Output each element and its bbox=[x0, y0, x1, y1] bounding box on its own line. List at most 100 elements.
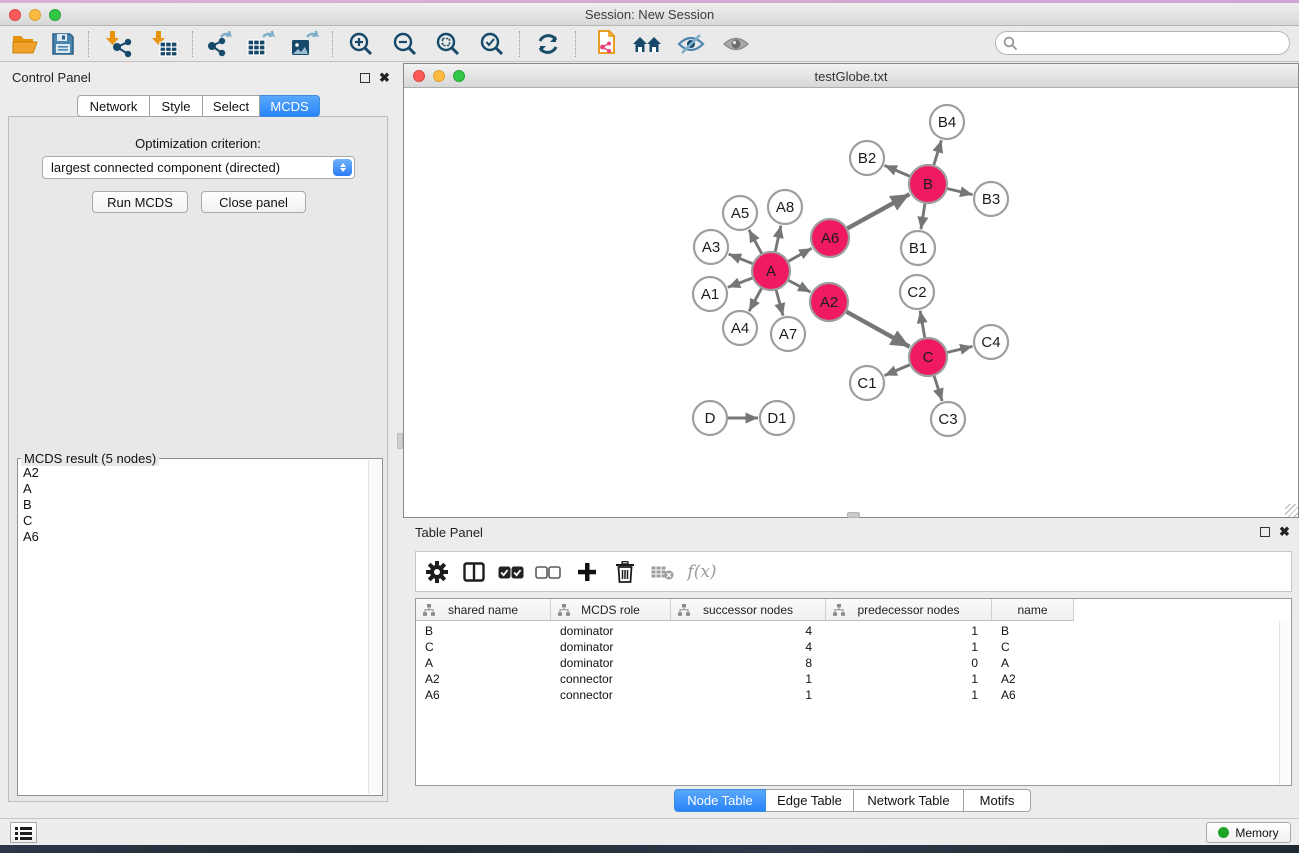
graph-node-C[interactable]: C bbox=[909, 338, 947, 376]
table-row-A[interactable]: Adominator80A bbox=[416, 655, 1074, 671]
cell-shared-name[interactable]: B bbox=[416, 623, 551, 639]
cell-successor-nodes[interactable]: 4 bbox=[671, 623, 826, 639]
cell-MCDS-role[interactable]: dominator bbox=[551, 655, 671, 671]
cell-MCDS-role[interactable]: connector bbox=[551, 671, 671, 687]
cell-name[interactable]: A6 bbox=[992, 687, 1074, 703]
cell-successor-nodes[interactable]: 4 bbox=[671, 639, 826, 655]
graph-node-A3[interactable]: A3 bbox=[694, 230, 728, 264]
refresh-icon[interactable] bbox=[531, 29, 565, 59]
network-graph[interactable]: B4B2BB3A8A5A6A3B1AC2A1A2A4A7C4CC1DD1C3 bbox=[404, 89, 1298, 518]
column-header-successor-nodes[interactable]: successor nodes bbox=[671, 599, 826, 621]
cell-shared-name[interactable]: A bbox=[416, 655, 551, 671]
graph-node-A6[interactable]: A6 bbox=[811, 219, 849, 257]
cell-predecessor-nodes[interactable]: 1 bbox=[826, 639, 992, 655]
app-titlebar[interactable]: Session: New Session bbox=[0, 3, 1299, 26]
graph-node-C3[interactable]: C3 bbox=[931, 402, 965, 436]
zoom-fit-icon[interactable] bbox=[431, 29, 465, 59]
horizontal-scroll-thumb[interactable] bbox=[847, 512, 860, 518]
cell-MCDS-role[interactable]: connector bbox=[551, 687, 671, 703]
cell-name[interactable]: B bbox=[992, 623, 1074, 639]
select-all-icon[interactable] bbox=[495, 557, 527, 587]
close-panel-button[interactable]: Close panel bbox=[201, 191, 306, 213]
graph-node-C4[interactable]: C4 bbox=[974, 325, 1008, 359]
vertical-scroll-thumb[interactable] bbox=[397, 433, 403, 449]
column-header-MCDS-role[interactable]: MCDS role bbox=[551, 599, 671, 621]
tab-select[interactable]: Select bbox=[203, 95, 260, 117]
mcds-result-item[interactable]: B bbox=[20, 497, 368, 513]
tab-network-table[interactable]: Network Table bbox=[854, 789, 964, 812]
graph-node-B2[interactable]: B2 bbox=[850, 141, 884, 175]
zoom-in-icon[interactable] bbox=[344, 29, 378, 59]
tab-network[interactable]: Network bbox=[77, 95, 150, 117]
mcds-result-item[interactable]: A bbox=[20, 481, 368, 497]
graph-node-C1[interactable]: C1 bbox=[850, 366, 884, 400]
hide-panel-eye-icon[interactable] bbox=[674, 29, 708, 59]
settings-gear-icon[interactable] bbox=[421, 557, 453, 587]
table-row-C[interactable]: Cdominator41C bbox=[416, 639, 1074, 655]
close-panel-icon[interactable]: ✖ bbox=[379, 73, 390, 83]
delete-row-icon[interactable] bbox=[609, 557, 641, 587]
close-table-panel-icon[interactable]: ✖ bbox=[1279, 527, 1290, 537]
mcds-result-item[interactable]: C bbox=[20, 513, 368, 529]
table-scrollbar[interactable] bbox=[1279, 621, 1291, 785]
graph-node-B3[interactable]: B3 bbox=[974, 182, 1008, 216]
tab-motifs[interactable]: Motifs bbox=[964, 789, 1031, 812]
column-header-name[interactable]: name bbox=[992, 599, 1074, 621]
graph-node-B4[interactable]: B4 bbox=[930, 105, 964, 139]
graph-node-A4[interactable]: A4 bbox=[723, 311, 757, 345]
graph-node-A1[interactable]: A1 bbox=[693, 277, 727, 311]
cell-predecessor-nodes[interactable]: 0 bbox=[826, 655, 992, 671]
resize-corner[interactable] bbox=[1285, 504, 1298, 517]
search-input[interactable] bbox=[1018, 35, 1289, 51]
graph-node-A8[interactable]: A8 bbox=[768, 190, 802, 224]
import-table-icon[interactable] bbox=[148, 29, 182, 59]
clone-network-icon[interactable] bbox=[588, 29, 622, 59]
network-frame-titlebar[interactable]: testGlobe.txt bbox=[404, 64, 1298, 88]
result-scrollbar[interactable] bbox=[368, 460, 381, 794]
tab-edge-table[interactable]: Edge Table bbox=[766, 789, 854, 812]
cell-shared-name[interactable]: C bbox=[416, 639, 551, 655]
save-session-icon[interactable] bbox=[46, 29, 80, 59]
graph-node-D[interactable]: D bbox=[693, 401, 727, 435]
graph-node-A2[interactable]: A2 bbox=[810, 283, 848, 321]
table-row-A2[interactable]: A2connector11A2 bbox=[416, 671, 1074, 687]
task-history-button[interactable] bbox=[10, 822, 37, 843]
cell-name[interactable]: A bbox=[992, 655, 1074, 671]
export-network-icon[interactable] bbox=[202, 29, 236, 59]
mcds-result-item[interactable]: A6 bbox=[20, 529, 368, 545]
cell-shared-name[interactable]: A2 bbox=[416, 671, 551, 687]
search-field[interactable] bbox=[995, 31, 1290, 55]
home-layouts-icon[interactable] bbox=[630, 29, 664, 59]
deselect-all-icon[interactable] bbox=[532, 557, 564, 587]
import-network-icon[interactable] bbox=[102, 29, 136, 59]
show-column-icon[interactable] bbox=[458, 557, 490, 587]
cell-successor-nodes[interactable]: 1 bbox=[671, 687, 826, 703]
cell-name[interactable]: C bbox=[992, 639, 1074, 655]
add-row-icon[interactable] bbox=[571, 557, 603, 587]
tab-mcds[interactable]: MCDS bbox=[260, 95, 320, 117]
cell-predecessor-nodes[interactable]: 1 bbox=[826, 623, 992, 639]
graph-node-B1[interactable]: B1 bbox=[901, 231, 935, 265]
graph-node-C2[interactable]: C2 bbox=[900, 275, 934, 309]
export-image-icon[interactable] bbox=[288, 29, 322, 59]
cell-shared-name[interactable]: A6 bbox=[416, 687, 551, 703]
open-session-icon[interactable] bbox=[8, 29, 42, 59]
cell-name[interactable]: A2 bbox=[992, 671, 1074, 687]
graph-node-B[interactable]: B bbox=[909, 165, 947, 203]
zoom-out-icon[interactable] bbox=[388, 29, 422, 59]
table-row-A6[interactable]: A6connector11A6 bbox=[416, 687, 1074, 703]
column-header-shared-name[interactable]: shared name bbox=[416, 599, 551, 621]
float-table-panel-icon[interactable] bbox=[1260, 527, 1270, 537]
graph-node-A7[interactable]: A7 bbox=[771, 317, 805, 351]
mcds-result-item[interactable]: A2 bbox=[20, 465, 368, 481]
table-row-B[interactable]: Bdominator41B bbox=[416, 623, 1074, 639]
criterion-select[interactable]: largest connected component (directed) bbox=[42, 156, 355, 179]
cell-predecessor-nodes[interactable]: 1 bbox=[826, 687, 992, 703]
cell-MCDS-role[interactable]: dominator bbox=[551, 639, 671, 655]
network-canvas[interactable]: B4B2BB3A8A5A6A3B1AC2A1A2A4A7C4CC1DD1C3 bbox=[404, 89, 1298, 517]
graph-node-D1[interactable]: D1 bbox=[760, 401, 794, 435]
export-table-icon[interactable] bbox=[244, 29, 278, 59]
cell-predecessor-nodes[interactable]: 1 bbox=[826, 671, 992, 687]
tab-style[interactable]: Style bbox=[150, 95, 203, 117]
run-mcds-button[interactable]: Run MCDS bbox=[92, 191, 188, 213]
